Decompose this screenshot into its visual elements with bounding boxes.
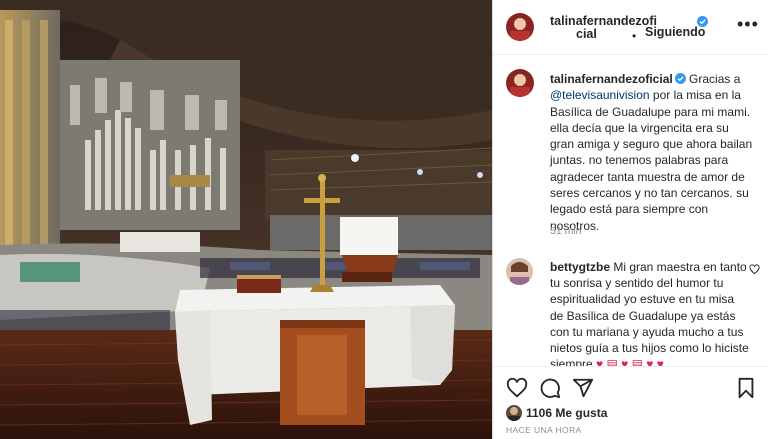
- comment-text: bettygtzbe Mi gran maestra en tanto tu s…: [550, 259, 750, 372]
- like-comment-heart-icon[interactable]: [749, 264, 760, 275]
- caption-timestamp[interactable]: 51 min: [550, 225, 582, 237]
- caption-mention-link[interactable]: @televisaunivision: [550, 88, 650, 102]
- share-icon[interactable]: [572, 377, 594, 399]
- likes-count[interactable]: 1106 Me gusta: [526, 406, 607, 420]
- liker-avatar: [506, 405, 522, 421]
- basilica-photo: [0, 0, 492, 439]
- following-button[interactable]: Siguiendo: [645, 25, 705, 39]
- author-username-continued[interactable]: cial: [576, 27, 597, 41]
- comment-body: Mi gran maestra en tanto tu sonrisa y se…: [550, 260, 749, 372]
- caption-body-start: Gracias a: [685, 72, 741, 86]
- heart-icon[interactable]: [506, 377, 528, 399]
- post-actions: 1106 Me gusta HACE UNA HORA: [493, 366, 768, 439]
- post-header: talinafernandezofi cial • Siguiendo •••: [493, 0, 768, 55]
- caption-username[interactable]: talinafernandezoficial: [550, 72, 673, 86]
- caption-avatar[interactable]: [506, 69, 534, 97]
- post-photo[interactable]: [0, 0, 492, 439]
- commenter-avatar[interactable]: [506, 258, 533, 285]
- caption-body: por la misa en la Basílica de Guadalupe …: [550, 88, 753, 233]
- author-username[interactable]: talinafernandezofi: [550, 14, 657, 28]
- author-avatar[interactable]: [506, 13, 534, 41]
- bookmark-icon[interactable]: [735, 377, 757, 399]
- post-sidebar: talinafernandezofi cial • Siguiendo ••• …: [492, 0, 768, 439]
- header-separator: •: [632, 29, 637, 43]
- commenter-username[interactable]: bettygtzbe: [550, 260, 610, 274]
- more-options-icon[interactable]: •••: [737, 14, 759, 35]
- caption-text: talinafernandezoficial Gracias a @televi…: [550, 71, 756, 234]
- verified-badge-icon: [674, 73, 686, 84]
- comment-icon[interactable]: [539, 377, 561, 399]
- post-timestamp[interactable]: HACE UNA HORA: [506, 425, 582, 435]
